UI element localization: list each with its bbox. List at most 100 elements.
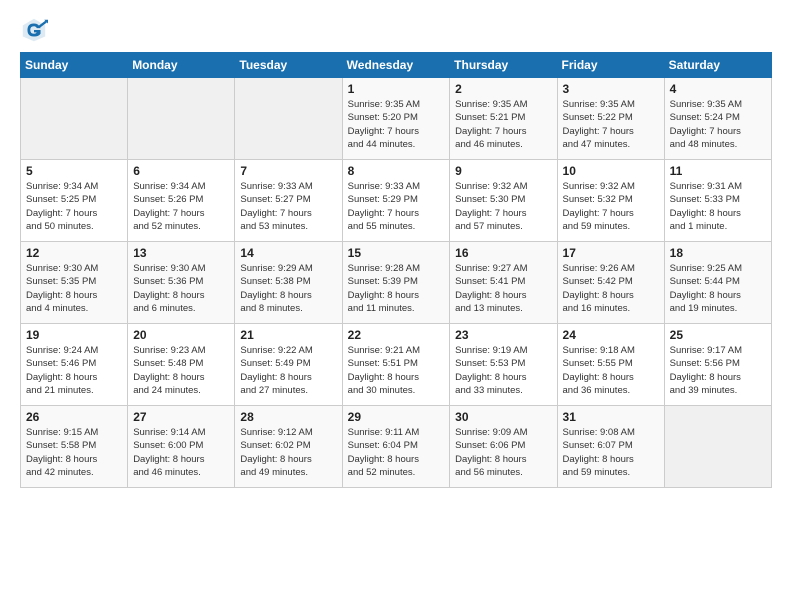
- day-cell: 20 Sunrise: 9:23 AM Sunset: 5:48 PM Dayli…: [128, 324, 235, 406]
- day-number: 6: [133, 164, 229, 178]
- day-cell: 3 Sunrise: 9:35 AM Sunset: 5:22 PM Daylig…: [557, 78, 664, 160]
- day-number: 18: [670, 246, 766, 260]
- day-number: 3: [563, 82, 659, 96]
- day-number: 9: [455, 164, 551, 178]
- day-number: 29: [348, 410, 445, 424]
- week-row-5: 26Sunrise: 9:15 AM Sunset: 5:58 PM Dayli…: [21, 406, 772, 488]
- page: SundayMondayTuesdayWednesdayThursdayFrid…: [0, 0, 792, 498]
- day-cell: 23 Sunrise: 9:19 AM Sunset: 5:53 PM Dayli…: [450, 324, 557, 406]
- day-cell: 13Sunrise: 9:30 AM Sunset: 5:36 PM Dayli…: [128, 242, 235, 324]
- weekday-header-saturday: Saturday: [664, 53, 771, 78]
- day-number: 12: [26, 246, 122, 260]
- day-info: Sunrise: 9:19 AM Sunset: 5:53 PM Dayligh…: [455, 344, 551, 397]
- day-info: Sunrise: 9:27 AM Sunset: 5:41 PM Dayligh…: [455, 262, 551, 315]
- day-info: Sunrise: 9:33 AM Sunset: 5:29 PM Dayligh…: [348, 180, 445, 233]
- day-cell: 24 Sunrise: 9:18 AM Sunset: 5:55 PM Dayli…: [557, 324, 664, 406]
- day-cell: 17 Sunrise: 9:26 AM Sunset: 5:42 PM Dayli…: [557, 242, 664, 324]
- day-number: 7: [240, 164, 336, 178]
- day-info: Sunrise: 9:31 AM Sunset: 5:33 PM Dayligh…: [670, 180, 766, 233]
- day-number: 27: [133, 410, 229, 424]
- day-info: Sunrise: 9:21 AM Sunset: 5:51 PM Dayligh…: [348, 344, 445, 397]
- day-cell: 31Sunrise: 9:08 AM Sunset: 6:07 PM Dayli…: [557, 406, 664, 488]
- logo-icon: [20, 16, 48, 44]
- day-cell: 21 Sunrise: 9:22 AM Sunset: 5:49 PM Dayli…: [235, 324, 342, 406]
- day-cell: [128, 78, 235, 160]
- day-number: 19: [26, 328, 122, 342]
- day-number: 14: [240, 246, 336, 260]
- day-info: Sunrise: 9:34 AM Sunset: 5:25 PM Dayligh…: [26, 180, 122, 233]
- day-cell: 30 Sunrise: 9:09 AM Sunset: 6:06 PM Dayli…: [450, 406, 557, 488]
- day-cell: 7Sunrise: 9:33 AM Sunset: 5:27 PM Daylig…: [235, 160, 342, 242]
- day-info: Sunrise: 9:22 AM Sunset: 5:49 PM Dayligh…: [240, 344, 336, 397]
- day-cell: 28 Sunrise: 9:12 AM Sunset: 6:02 PM Dayli…: [235, 406, 342, 488]
- day-cell: 14 Sunrise: 9:29 AM Sunset: 5:38 PM Dayli…: [235, 242, 342, 324]
- day-cell: 15Sunrise: 9:28 AM Sunset: 5:39 PM Dayli…: [342, 242, 450, 324]
- day-info: Sunrise: 9:18 AM Sunset: 5:55 PM Dayligh…: [563, 344, 659, 397]
- day-cell: 9 Sunrise: 9:32 AM Sunset: 5:30 PM Daylig…: [450, 160, 557, 242]
- week-row-4: 19 Sunrise: 9:24 AM Sunset: 5:46 PM Dayli…: [21, 324, 772, 406]
- day-number: 5: [26, 164, 122, 178]
- weekday-header-thursday: Thursday: [450, 53, 557, 78]
- week-row-1: 1 Sunrise: 9:35 AM Sunset: 5:20 PM Daylig…: [21, 78, 772, 160]
- calendar-body: 1 Sunrise: 9:35 AM Sunset: 5:20 PM Daylig…: [21, 78, 772, 488]
- day-cell: 4 Sunrise: 9:35 AM Sunset: 5:24 PM Daylig…: [664, 78, 771, 160]
- weekday-header-friday: Friday: [557, 53, 664, 78]
- logo: [20, 16, 52, 44]
- day-info: Sunrise: 9:26 AM Sunset: 5:42 PM Dayligh…: [563, 262, 659, 315]
- day-cell: 27 Sunrise: 9:14 AM Sunset: 6:00 PM Dayli…: [128, 406, 235, 488]
- day-number: 25: [670, 328, 766, 342]
- week-row-3: 12 Sunrise: 9:30 AM Sunset: 5:35 PM Dayli…: [21, 242, 772, 324]
- day-info: Sunrise: 9:09 AM Sunset: 6:06 PM Dayligh…: [455, 426, 551, 479]
- day-info: Sunrise: 9:35 AM Sunset: 5:21 PM Dayligh…: [455, 98, 551, 151]
- day-number: 13: [133, 246, 229, 260]
- day-number: 11: [670, 164, 766, 178]
- day-number: 1: [348, 82, 445, 96]
- day-cell: 19 Sunrise: 9:24 AM Sunset: 5:46 PM Dayli…: [21, 324, 128, 406]
- day-info: Sunrise: 9:34 AM Sunset: 5:26 PM Dayligh…: [133, 180, 229, 233]
- day-info: Sunrise: 9:29 AM Sunset: 5:38 PM Dayligh…: [240, 262, 336, 315]
- day-cell: [21, 78, 128, 160]
- day-info: Sunrise: 9:35 AM Sunset: 5:24 PM Dayligh…: [670, 98, 766, 151]
- day-number: 24: [563, 328, 659, 342]
- day-number: 17: [563, 246, 659, 260]
- day-info: Sunrise: 9:12 AM Sunset: 6:02 PM Dayligh…: [240, 426, 336, 479]
- day-number: 20: [133, 328, 229, 342]
- day-number: 10: [563, 164, 659, 178]
- day-number: 21: [240, 328, 336, 342]
- day-cell: [664, 406, 771, 488]
- day-cell: [235, 78, 342, 160]
- day-cell: 29 Sunrise: 9:11 AM Sunset: 6:04 PM Dayli…: [342, 406, 450, 488]
- day-number: 23: [455, 328, 551, 342]
- day-cell: 2Sunrise: 9:35 AM Sunset: 5:21 PM Daylig…: [450, 78, 557, 160]
- day-info: Sunrise: 9:14 AM Sunset: 6:00 PM Dayligh…: [133, 426, 229, 479]
- day-cell: 22 Sunrise: 9:21 AM Sunset: 5:51 PM Dayli…: [342, 324, 450, 406]
- day-cell: 10 Sunrise: 9:32 AM Sunset: 5:32 PM Dayli…: [557, 160, 664, 242]
- day-info: Sunrise: 9:24 AM Sunset: 5:46 PM Dayligh…: [26, 344, 122, 397]
- weekday-header-sunday: Sunday: [21, 53, 128, 78]
- day-cell: 18Sunrise: 9:25 AM Sunset: 5:44 PM Dayli…: [664, 242, 771, 324]
- day-cell: 16Sunrise: 9:27 AM Sunset: 5:41 PM Dayli…: [450, 242, 557, 324]
- calendar-table: SundayMondayTuesdayWednesdayThursdayFrid…: [20, 52, 772, 488]
- day-info: Sunrise: 9:17 AM Sunset: 5:56 PM Dayligh…: [670, 344, 766, 397]
- day-info: Sunrise: 9:28 AM Sunset: 5:39 PM Dayligh…: [348, 262, 445, 315]
- day-cell: 1 Sunrise: 9:35 AM Sunset: 5:20 PM Daylig…: [342, 78, 450, 160]
- weekday-header-tuesday: Tuesday: [235, 53, 342, 78]
- day-cell: 6 Sunrise: 9:34 AM Sunset: 5:26 PM Daylig…: [128, 160, 235, 242]
- day-info: Sunrise: 9:32 AM Sunset: 5:32 PM Dayligh…: [563, 180, 659, 233]
- day-number: 4: [670, 82, 766, 96]
- day-number: 28: [240, 410, 336, 424]
- week-row-2: 5 Sunrise: 9:34 AM Sunset: 5:25 PM Daylig…: [21, 160, 772, 242]
- day-info: Sunrise: 9:35 AM Sunset: 5:22 PM Dayligh…: [563, 98, 659, 151]
- day-info: Sunrise: 9:32 AM Sunset: 5:30 PM Dayligh…: [455, 180, 551, 233]
- calendar-header: SundayMondayTuesdayWednesdayThursdayFrid…: [21, 53, 772, 78]
- day-cell: 8Sunrise: 9:33 AM Sunset: 5:29 PM Daylig…: [342, 160, 450, 242]
- day-info: Sunrise: 9:23 AM Sunset: 5:48 PM Dayligh…: [133, 344, 229, 397]
- day-info: Sunrise: 9:11 AM Sunset: 6:04 PM Dayligh…: [348, 426, 445, 479]
- header: [20, 16, 772, 44]
- weekday-header-monday: Monday: [128, 53, 235, 78]
- day-number: 22: [348, 328, 445, 342]
- day-number: 30: [455, 410, 551, 424]
- day-cell: 11 Sunrise: 9:31 AM Sunset: 5:33 PM Dayli…: [664, 160, 771, 242]
- day-info: Sunrise: 9:30 AM Sunset: 5:35 PM Dayligh…: [26, 262, 122, 315]
- day-info: Sunrise: 9:35 AM Sunset: 5:20 PM Dayligh…: [348, 98, 445, 151]
